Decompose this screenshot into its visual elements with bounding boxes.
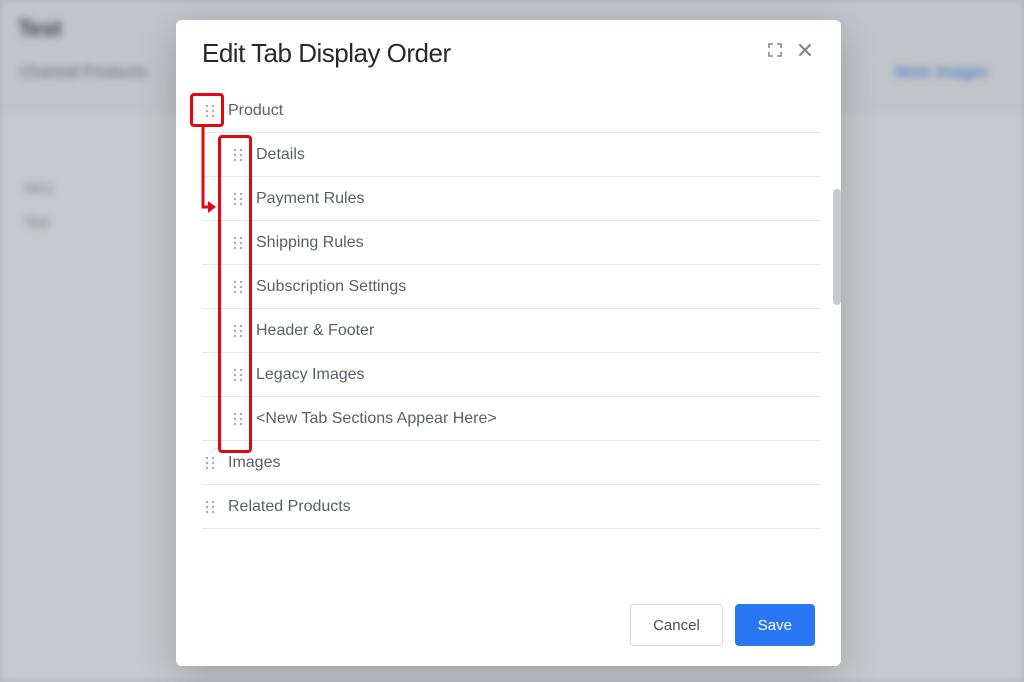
tab-item[interactable]: Related Products xyxy=(202,485,821,529)
tab-item-label: Header & Footer xyxy=(256,322,374,340)
tab-item[interactable]: Subscription Settings xyxy=(202,265,821,309)
scrollbar-thumb[interactable] xyxy=(833,189,841,305)
tab-item[interactable]: <New Tab Sections Appear Here> xyxy=(202,397,821,441)
tab-item[interactable]: Images xyxy=(202,441,821,485)
tab-item[interactable]: Legacy Images xyxy=(202,353,821,397)
tab-item[interactable]: Payment Rules xyxy=(202,177,821,221)
save-button[interactable]: Save xyxy=(735,604,815,646)
tab-item-label: Details xyxy=(256,146,305,164)
tab-item[interactable]: Header & Footer xyxy=(202,309,821,353)
tab-list: Product Details Payment Rules Shipping Rule… xyxy=(202,89,841,529)
tab-item-label: Related Products xyxy=(228,498,351,516)
edit-tab-order-modal: Edit Tab Display Order Product Details Pay… xyxy=(176,20,841,666)
drag-handle-icon[interactable] xyxy=(202,499,218,515)
modal-header: Edit Tab Display Order xyxy=(176,20,841,79)
drag-handle-icon[interactable] xyxy=(230,411,246,427)
drag-handle-icon[interactable] xyxy=(230,235,246,251)
modal-body: Product Details Payment Rules Shipping Rule… xyxy=(176,79,841,586)
tab-item-label: Payment Rules xyxy=(256,190,365,208)
drag-handle-icon[interactable] xyxy=(230,147,246,163)
tab-item-label: Product xyxy=(228,102,283,120)
tab-item[interactable]: Product xyxy=(202,89,821,133)
tab-item-label: Subscription Settings xyxy=(256,278,406,296)
drag-handle-icon[interactable] xyxy=(230,279,246,295)
tab-item[interactable]: Shipping Rules xyxy=(202,221,821,265)
tab-item-label: Legacy Images xyxy=(256,366,365,384)
save-label: Save xyxy=(758,617,792,634)
modal-footer: Cancel Save xyxy=(176,586,841,666)
tab-scroll-area[interactable]: Product Details Payment Rules Shipping Rule… xyxy=(202,89,841,586)
close-icon[interactable] xyxy=(795,40,815,60)
tab-item[interactable]: Details xyxy=(202,133,821,177)
drag-handle-icon[interactable] xyxy=(230,367,246,383)
tab-item-label: <New Tab Sections Appear Here> xyxy=(256,410,497,428)
cancel-button[interactable]: Cancel xyxy=(630,604,723,646)
drag-handle-icon[interactable] xyxy=(230,191,246,207)
drag-handle-icon[interactable] xyxy=(230,323,246,339)
expand-icon[interactable] xyxy=(765,40,785,60)
drag-handle-icon[interactable] xyxy=(202,103,218,119)
modal-title: Edit Tab Display Order xyxy=(202,38,451,69)
drag-handle-icon[interactable] xyxy=(202,455,218,471)
cancel-label: Cancel xyxy=(653,617,700,634)
tab-item-label: Images xyxy=(228,454,280,472)
tab-item-label: Shipping Rules xyxy=(256,234,364,252)
